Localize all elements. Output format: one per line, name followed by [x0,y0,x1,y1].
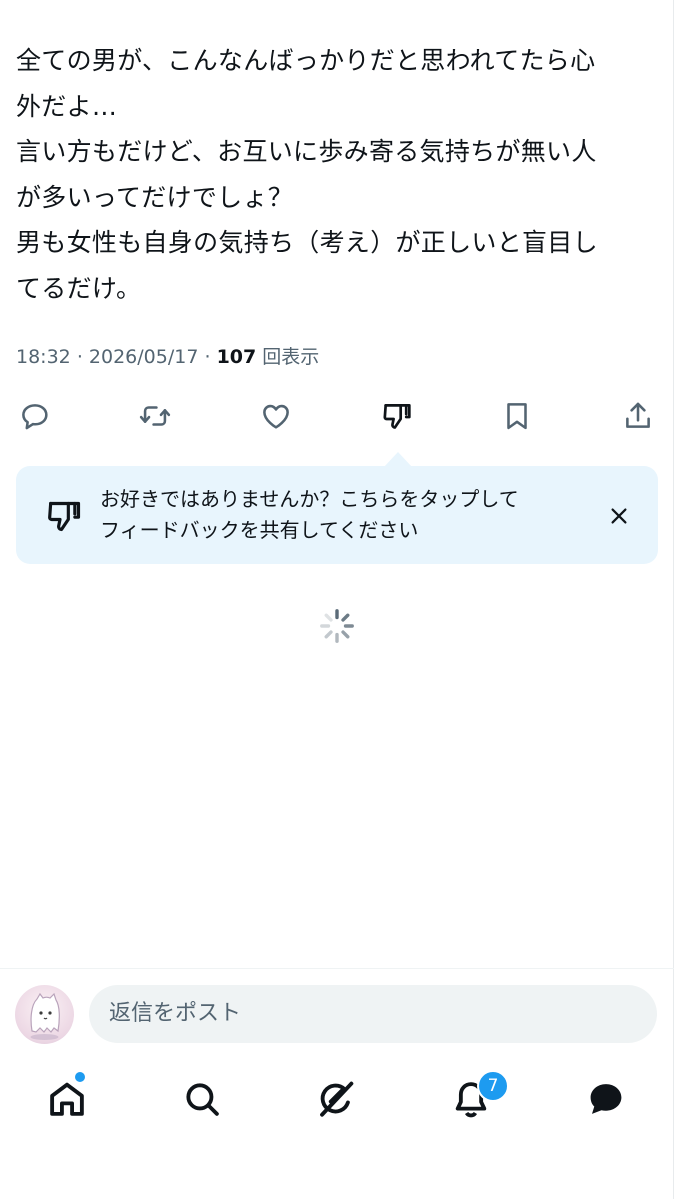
tweet-text-line: てるだけ。 [16,273,142,303]
home-icon [50,1082,84,1116]
messages-icon [590,1084,622,1114]
tweet-time[interactable]: 18:32 [16,346,71,368]
notification-count-badge: 7 [477,1070,509,1102]
reply-button[interactable] [13,394,57,438]
tweet-meta: 18:32 · 2026/05/17 · 107 回表示 [16,342,319,372]
grok-icon [320,1081,354,1117]
retweet-button[interactable] [133,394,177,438]
reply-placeholder: 返信をポスト [109,1001,242,1026]
tooltip-line: フィードバックを共有してください [100,518,419,542]
reply-input[interactable]: 返信をポスト [89,985,657,1043]
retweet-icon [139,406,171,426]
home-unread-dot [75,1072,85,1082]
like-icon [263,404,289,429]
tooltip-close-button[interactable] [604,501,634,531]
tooltip-line: お好きではありませんか？こちらをタップして [100,487,519,511]
like-button[interactable] [254,394,298,438]
bookmark-icon [507,403,527,430]
tweet-date[interactable]: 2026/05/17 [89,346,199,368]
reply-icon [22,404,48,430]
tweet-text-line: が多いってだけでしょ？ [16,182,294,212]
tweet-text-line: 外だよ… [16,91,118,121]
view-label: 回表示 [262,346,320,368]
tooltip-arrow [384,452,412,467]
search-icon [186,1083,219,1116]
share-button[interactable] [616,394,660,438]
tweet-text-line: 言い方もだけど、お互いに歩み寄る気持ちが無い人 [16,137,597,167]
dislike-icon [383,404,411,429]
ghost-avatar-icon [30,992,60,1040]
nav-home[interactable] [34,1066,100,1132]
tweet-text: 全ての男が、こんなんばっかりだと思われてたら心 外だよ… 言い方もだけど、お互い… [16,38,661,312]
nav-search[interactable] [169,1066,235,1132]
avatar[interactable] [15,985,74,1044]
nav-grok[interactable] [303,1066,369,1132]
view-count: 107 [216,346,257,368]
dislike-button[interactable] [375,394,419,438]
close-icon [611,508,627,524]
loading-spinner-icon [320,609,354,643]
feedback-tooltip[interactable]: お好きではありませんか？こちらをタップして フィードバックを共有してください [16,466,658,564]
nav-messages[interactable] [573,1066,639,1132]
tweet-text-line: 男も女性も自身の気持ち（考え）が正しいと盲目し [16,228,598,258]
share-icon [626,402,650,428]
tweet-text-line: 全ての男が、こんなんばっかりだと思われてたら心 [16,46,596,75]
reply-divider [0,968,674,969]
meta-separator: · [204,346,217,368]
dislike-icon [48,501,81,532]
bottom-nav [0,1066,674,1132]
tooltip-message: お好きではありませんか？こちらをタップして フィードバックを共有してください [100,484,590,546]
bookmark-button[interactable] [495,394,539,438]
meta-separator: · [76,346,89,368]
tweet-action-bar [0,394,674,438]
